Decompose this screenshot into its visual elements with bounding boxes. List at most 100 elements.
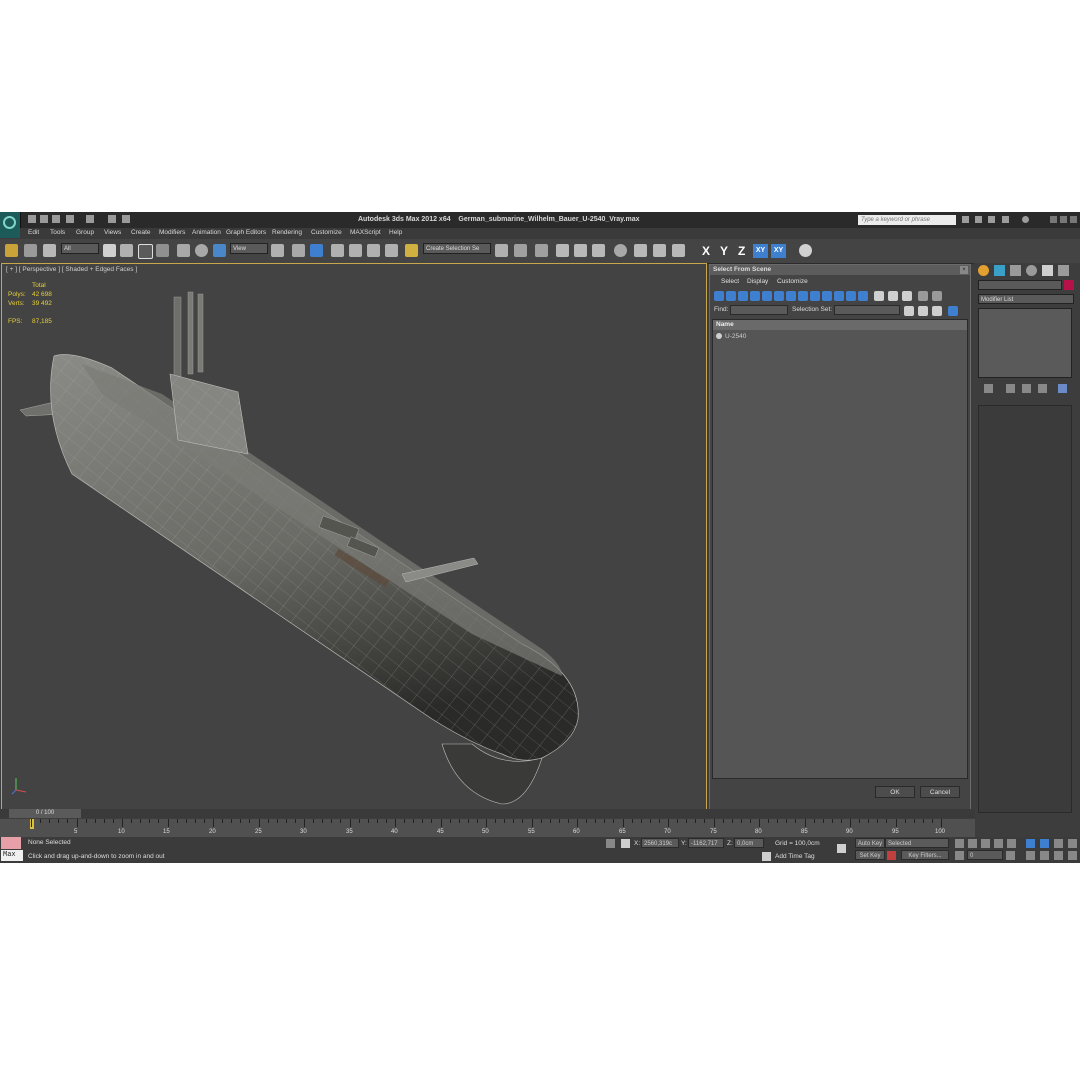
filter-options-icon[interactable] [932, 291, 942, 301]
select-all-icon[interactable] [902, 291, 912, 301]
dialog-close-icon[interactable]: × [960, 266, 968, 274]
add-to-set-icon[interactable] [918, 306, 928, 316]
quick-access-dropdown-icon[interactable] [122, 215, 130, 223]
key-mode-toggle-icon[interactable] [955, 851, 964, 860]
display-helpers-icon[interactable] [762, 291, 772, 301]
remove-from-set-icon[interactable] [932, 306, 942, 316]
search-input[interactable]: Type a keyword or phrase [858, 215, 956, 225]
project-folder-icon[interactable] [108, 215, 116, 223]
selection-set-dropdown[interactable] [834, 305, 900, 315]
mirror-icon[interactable] [495, 244, 508, 257]
go-to-start-icon[interactable] [955, 839, 964, 848]
new-file-icon[interactable] [28, 215, 36, 223]
submarine-model[interactable] [2, 264, 708, 817]
column-header-name[interactable]: Name [713, 320, 967, 330]
scene-object-list[interactable]: Name U-2540 [712, 319, 968, 779]
dialog-menu-customize[interactable]: Customize [777, 278, 808, 285]
cancel-button[interactable]: Cancel [920, 786, 960, 798]
auto-key-button[interactable]: Auto Key [855, 838, 885, 848]
x-coordinate-field[interactable]: 2560,319c [641, 838, 679, 848]
motion-tab-icon[interactable] [1026, 265, 1037, 276]
favorites-icon[interactable] [988, 216, 995, 223]
key-mode-icon[interactable] [887, 851, 896, 860]
set-key-icon[interactable] [837, 844, 846, 853]
undo-icon[interactable] [66, 215, 74, 223]
object-color-swatch[interactable] [1064, 280, 1074, 290]
selection-lock-icon[interactable] [606, 839, 615, 848]
snaps-toggle-icon[interactable] [331, 244, 344, 257]
display-groups-icon[interactable] [786, 291, 796, 301]
maximize-icon[interactable] [1060, 216, 1067, 223]
time-configuration-icon[interactable] [1006, 851, 1015, 860]
select-and-link-icon[interactable] [5, 244, 18, 257]
modify-tab-icon[interactable] [994, 265, 1005, 276]
display-containers-icon[interactable] [822, 291, 832, 301]
display-bones-icon[interactable] [810, 291, 820, 301]
list-item[interactable]: U-2540 [716, 333, 746, 340]
menu-create[interactable]: Create [131, 229, 151, 236]
bind-space-warp-icon[interactable] [43, 244, 56, 257]
axis-xy-button[interactable]: XY [753, 244, 768, 258]
maximize-viewport-icon[interactable] [1068, 851, 1077, 860]
layer-manager-icon[interactable] [535, 244, 548, 257]
rendered-frame-window-icon[interactable] [653, 244, 666, 257]
axis-y-button[interactable]: Y [720, 244, 728, 258]
display-cameras-icon[interactable] [750, 291, 760, 301]
orbit-icon[interactable] [1054, 851, 1063, 860]
time-tag-icon[interactable] [762, 852, 771, 861]
menu-views[interactable]: Views [104, 229, 121, 236]
menu-tools[interactable]: Tools [50, 229, 65, 236]
minimize-icon[interactable] [1050, 216, 1057, 223]
pin-stack-icon[interactable] [984, 384, 993, 393]
menu-customize[interactable]: Customize [311, 229, 342, 236]
display-xrefs-icon[interactable] [798, 291, 808, 301]
rectangular-selection-icon[interactable] [138, 244, 153, 259]
search-icon[interactable] [962, 216, 969, 223]
menu-help[interactable]: Help [389, 229, 402, 236]
zoom-extents-all-icon[interactable] [1068, 839, 1077, 848]
material-editor-icon[interactable] [614, 244, 627, 257]
display-shapes-icon[interactable] [726, 291, 736, 301]
ok-button[interactable]: OK [875, 786, 915, 798]
create-selection-set-icon[interactable] [904, 306, 914, 316]
maxscript-listener-button[interactable] [1, 837, 21, 849]
display-geometry-icon[interactable] [714, 291, 724, 301]
previous-frame-icon[interactable] [968, 839, 977, 848]
set-key-button[interactable]: Set Key [855, 850, 885, 860]
schematic-view-icon[interactable] [592, 244, 605, 257]
time-slider[interactable]: 0 / 100 [0, 809, 975, 818]
go-to-end-icon[interactable] [1007, 839, 1016, 848]
select-by-name-icon[interactable] [120, 244, 133, 257]
angle-snap-icon[interactable] [349, 244, 362, 257]
play-icon[interactable] [981, 839, 990, 848]
open-file-icon[interactable] [40, 215, 48, 223]
current-frame-field[interactable]: 0 [967, 850, 1003, 860]
key-filters-button[interactable]: Key Filters... [901, 850, 949, 860]
display-none-icon[interactable] [874, 291, 884, 301]
unlink-icon[interactable] [24, 244, 37, 257]
axis-x-button[interactable]: X [702, 244, 710, 258]
edit-named-selection-icon[interactable] [405, 244, 418, 257]
configure-modifier-sets-icon[interactable] [1058, 384, 1067, 393]
star-icon[interactable] [1002, 216, 1009, 223]
window-crossing-icon[interactable] [156, 244, 169, 257]
graphite-modeling-icon[interactable] [556, 244, 569, 257]
utilities-tab-icon[interactable] [1058, 265, 1069, 276]
make-unique-icon[interactable] [1022, 384, 1031, 393]
menu-modifiers[interactable]: Modifiers [159, 229, 185, 236]
object-name-field[interactable] [978, 280, 1062, 290]
scale-icon[interactable] [213, 244, 226, 257]
close-icon[interactable] [1070, 216, 1077, 223]
maxscript-mini-listener[interactable]: Max [1, 850, 23, 861]
menu-group[interactable]: Group [76, 229, 94, 236]
find-input[interactable] [730, 305, 788, 315]
z-coordinate-field[interactable]: 0,0cm [734, 838, 764, 848]
select-and-manipulate-icon[interactable] [292, 244, 305, 257]
rotate-icon[interactable] [195, 244, 208, 257]
menu-maxscript[interactable]: MAXScript [350, 229, 381, 236]
display-space-warps-icon[interactable] [774, 291, 784, 301]
sync-selection-icon[interactable] [948, 306, 958, 316]
next-frame-icon[interactable] [994, 839, 1003, 848]
hierarchy-tab-icon[interactable] [1010, 265, 1021, 276]
show-end-result-icon[interactable] [1006, 384, 1015, 393]
